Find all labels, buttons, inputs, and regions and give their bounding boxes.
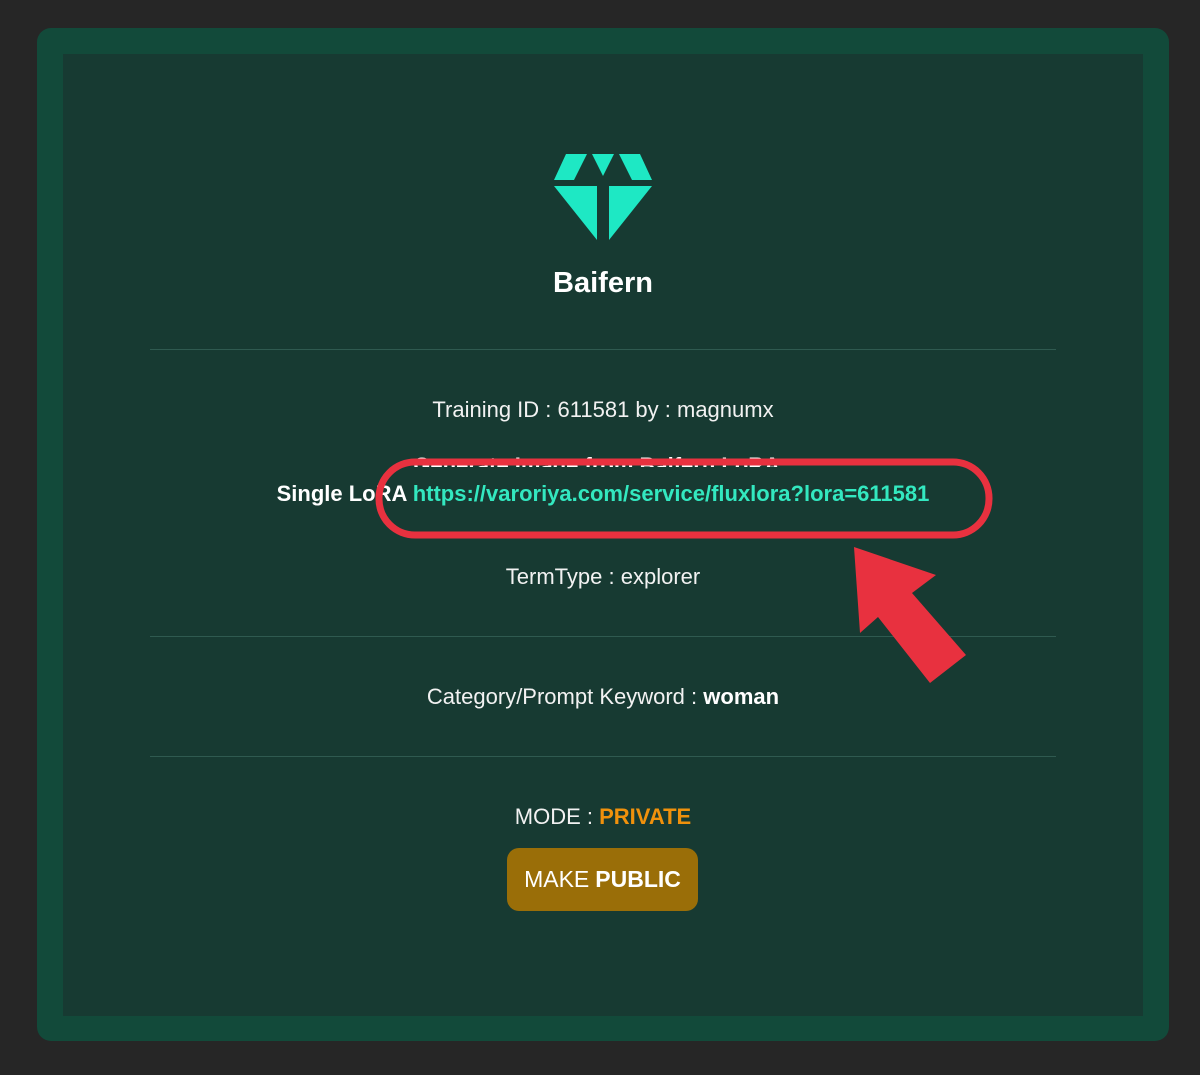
training-name: Baifern [553,267,653,299]
termtype-label: TermType : [505,564,621,589]
make-public-button[interactable]: MAKE PUBLIC [507,848,698,911]
category-label: Category/Prompt Keyword : [426,684,704,709]
single-lora-line: Single LoRA https://varoriya.com/service… [63,481,1143,507]
single-lora-label: Single LoRA [276,481,407,506]
by-label: by : [629,397,677,422]
training-id-line: Training ID : 611581 by : magnumx [63,397,1143,423]
divider [150,636,1056,637]
category-value: woman [703,684,780,709]
diamond-icon [554,154,652,240]
termtype-line: TermType : explorer [63,564,1143,590]
training-id-value: 611581 [557,397,630,422]
divider [150,349,1056,350]
divider [150,756,1056,757]
mode-value: PRIVATE [599,804,692,829]
training-id-label: Training ID : [432,397,558,422]
training-user: magnumx [677,397,774,422]
termtype-value: explorer [620,564,701,589]
mode-line: MODE : PRIVATE [63,804,1143,830]
category-line: Category/Prompt Keyword : woman [63,684,1143,710]
mode-label: MODE : [514,804,600,829]
make-public-strong: PUBLIC [595,866,681,892]
training-card: Baifern Training ID : 611581 by : magnum… [63,54,1143,1016]
lora-link[interactable]: https://varoriya.com/service/fluxlora?lo… [413,481,930,506]
make-public-prefix: MAKE [524,866,590,892]
generate-label: Generate Image from Baifern LoRA : [413,453,793,467]
